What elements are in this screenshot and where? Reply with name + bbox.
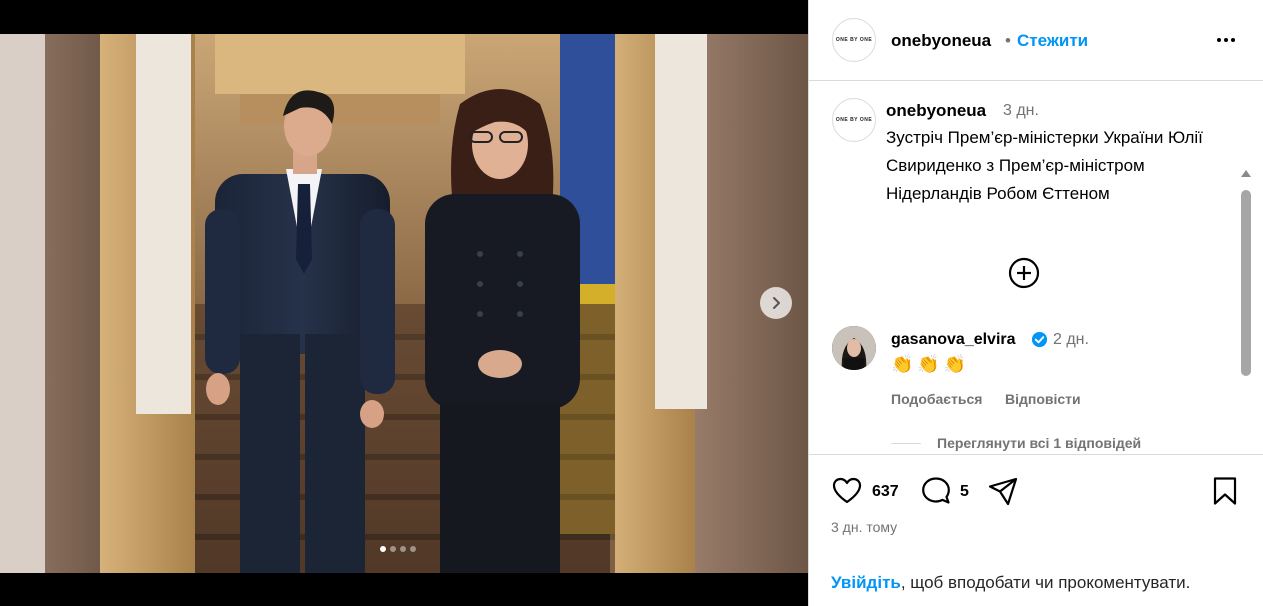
comment-text: 👏👏👏 bbox=[891, 354, 971, 374]
post-header: ONE BY ONE onebyoneua • Стежити bbox=[809, 0, 1263, 81]
more-dot-icon bbox=[1231, 38, 1235, 42]
commenter-avatar[interactable] bbox=[832, 326, 876, 370]
caption-avatar[interactable]: ONE BY ONE bbox=[832, 98, 876, 142]
likes-count: 637 bbox=[872, 483, 899, 500]
caption-username[interactable]: onebyoneua bbox=[886, 101, 986, 121]
scrollbar-thumb[interactable] bbox=[1241, 190, 1251, 376]
post-side-panel: ONE BY ONE onebyoneua • Стежити ONE BY O… bbox=[808, 0, 1263, 606]
post-actions: 637 5 3 дн. тому Увійдіть, щоб вподобати… bbox=[809, 454, 1263, 606]
view-replies-button[interactable]: Переглянути всі 1 відповідей bbox=[937, 435, 1141, 451]
more-dot-icon bbox=[1217, 38, 1221, 42]
comments-area[interactable]: ONE BY ONE onebyoneua 3 дн. Зустріч Прем… bbox=[809, 82, 1263, 454]
more-dot-icon bbox=[1224, 38, 1228, 42]
next-photo-button[interactable] bbox=[760, 287, 792, 319]
share-paper-plane-icon[interactable] bbox=[987, 475, 1019, 507]
header-separator: • bbox=[1005, 31, 1011, 50]
bookmark-icon[interactable] bbox=[1209, 475, 1241, 507]
carousel-dot bbox=[400, 546, 406, 552]
scroll-up-arrow-icon[interactable] bbox=[1241, 170, 1251, 177]
carousel-dot bbox=[380, 546, 386, 552]
post-timestamp: 3 дн. тому bbox=[831, 519, 898, 535]
carousel-dot bbox=[390, 546, 396, 552]
caption-time: 3 дн. bbox=[1003, 102, 1039, 119]
avatar-logo-text: ONE BY ONE bbox=[835, 37, 873, 43]
comment-reply-button[interactable]: Відповісти bbox=[1005, 391, 1081, 407]
carousel-dot bbox=[410, 546, 416, 552]
photo-illustration bbox=[0, 34, 808, 573]
load-more-comments-icon[interactable] bbox=[1007, 256, 1041, 290]
more-options-button[interactable] bbox=[1211, 28, 1241, 52]
follow-button[interactable]: Стежити bbox=[1017, 31, 1088, 51]
chevron-right-icon bbox=[773, 297, 780, 309]
heart-icon[interactable] bbox=[831, 475, 863, 507]
author-avatar[interactable]: ONE BY ONE bbox=[832, 18, 876, 62]
verified-badge-icon bbox=[1031, 331, 1048, 348]
commenter-username[interactable]: gasanova_elvira bbox=[891, 331, 1016, 349]
media-viewer bbox=[0, 0, 808, 606]
comments-scrollbar[interactable] bbox=[1239, 168, 1253, 454]
comment-bubble-icon[interactable] bbox=[920, 475, 952, 507]
commenter-photo bbox=[832, 326, 876, 370]
replies-divider bbox=[891, 443, 921, 444]
login-prompt: Увійдіть, щоб вподобати чи прокоментуват… bbox=[831, 573, 1190, 593]
comment-time: 2 дн. bbox=[1053, 331, 1089, 348]
carousel-dots bbox=[380, 546, 416, 552]
login-link[interactable]: Увійдіть bbox=[831, 573, 901, 592]
post-photo bbox=[0, 34, 808, 573]
author-username[interactable]: onebyoneua bbox=[891, 31, 991, 51]
comment-like-button[interactable]: Подобається bbox=[891, 391, 982, 407]
caption-text: Зустріч Прем’єр-міністерки України Юлії … bbox=[886, 128, 1203, 203]
login-prompt-text: , щоб вподобати чи прокоментувати. bbox=[900, 573, 1191, 592]
avatar-logo-text: ONE BY ONE bbox=[835, 117, 873, 123]
comments-count: 5 bbox=[960, 483, 969, 500]
